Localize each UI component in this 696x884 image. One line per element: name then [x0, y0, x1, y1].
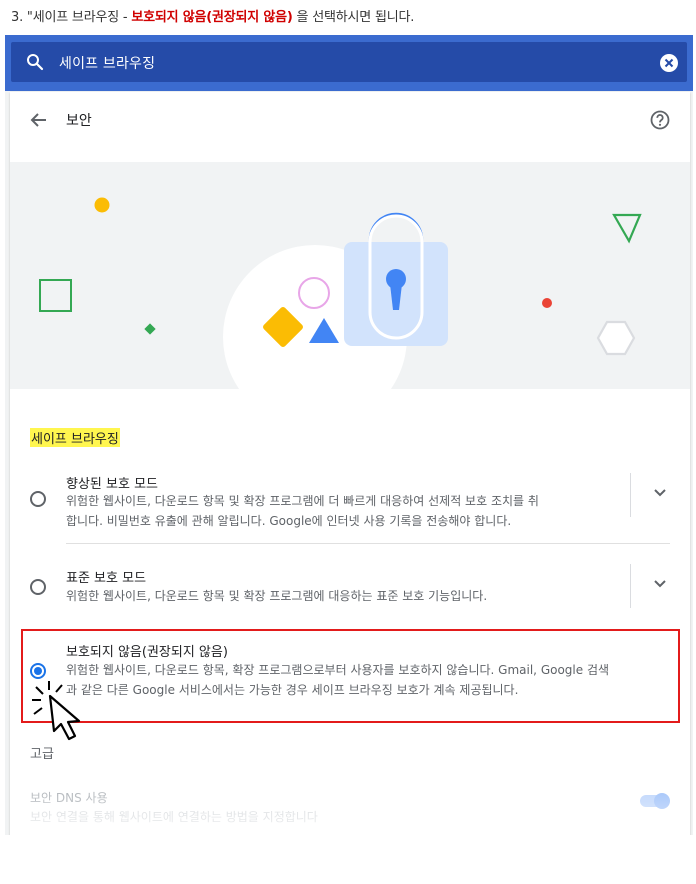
hexagon-shape [596, 320, 636, 356]
page-header: 보안 [10, 92, 690, 148]
standard-protection-radio[interactable] [30, 579, 46, 595]
search-query[interactable]: 세이프 브라우징 [59, 53, 155, 73]
enhanced-protection-desc-line2: 합니다. 비밀번호 유출에 관해 알립니다. Google에 인터넷 사용 기록… [66, 514, 512, 528]
settings-toolbar: 세이프 브라우징 [5, 35, 693, 91]
settings-search-bar[interactable]: 세이프 브라우징 [11, 42, 687, 82]
enhanced-protection-expand-button[interactable] [630, 473, 690, 523]
standard-protection-desc: 위험한 웹사이트, 다운로드 항목 및 확장 프로그램에 대응하는 표준 보호 … [66, 589, 488, 603]
option-divider [66, 543, 670, 544]
no-protection-desc-line2: 과 같은 다른 Google 서비스에서는 가능한 경우 세이프 브라우징 보호… [66, 683, 519, 697]
instruction-suffix: 을 선택하시면 됩니다. [292, 10, 415, 25]
yellow-dot-shape [94, 197, 110, 213]
enhanced-protection-label: 향상된 보호 모드 [66, 477, 158, 492]
red-dot-shape [542, 298, 552, 308]
green-square-shape [39, 279, 72, 312]
chevron-down-icon [654, 580, 666, 588]
advanced-heading: 고급 [30, 747, 54, 762]
standard-protection-label: 표준 보호 모드 [66, 571, 147, 586]
back-arrow-icon[interactable] [30, 111, 48, 129]
green-diamond-shape [144, 323, 156, 335]
clear-search-icon[interactable] [660, 54, 678, 72]
chevron-down-icon [654, 489, 666, 497]
help-icon[interactable] [649, 109, 671, 131]
enhanced-protection-radio[interactable] [30, 491, 46, 507]
standard-protection-expand-button[interactable] [630, 564, 690, 614]
padlock-illustration [39, 197, 642, 389]
safe-browsing-heading: 세이프 브라우징 [30, 428, 120, 447]
no-protection-label: 보호되지 않음(권장되지 않음) [66, 645, 228, 660]
instruction-text: 3. "세이프 브라우징 - 보호되지 않음(권장되지 않음) 을 선택하시면 … [11, 6, 414, 25]
secure-dns-desc: 보안 연결을 통해 웹사이트에 연결하는 방법을 지정합니다 [30, 810, 318, 824]
green-triangle-shape [612, 213, 642, 244]
search-icon [27, 54, 44, 71]
security-illustration [10, 162, 690, 389]
secure-dns-toggle[interactable] [638, 793, 672, 809]
settings-window: 세이프 브라우징 보안 세이프 브라우징 향상된 보호 모드 위험한 웹사이트,… [5, 35, 693, 835]
instruction-prefix: 3. "세이프 브라우징 - [11, 10, 132, 25]
security-settings-card: 보안 세이프 브라우징 향상된 보호 모드 위험한 웹사이트, 다운로드 항목 … [10, 92, 690, 835]
instruction-emphasis: 보호되지 않음(권장되지 않음) [131, 10, 293, 25]
no-protection-radio[interactable] [30, 663, 46, 679]
page-title: 보안 [66, 113, 92, 129]
no-protection-desc-line1: 위험한 웹사이트, 다운로드 항목, 확장 프로그램으로부터 사용자를 보호하지… [66, 663, 610, 677]
enhanced-protection-desc-line1: 위험한 웹사이트, 다운로드 항목 및 확장 프로그램에 더 빠르게 대응하여 … [66, 494, 539, 508]
secure-dns-label: 보안 DNS 사용 [30, 791, 108, 805]
pink-circle-shape [298, 277, 330, 309]
